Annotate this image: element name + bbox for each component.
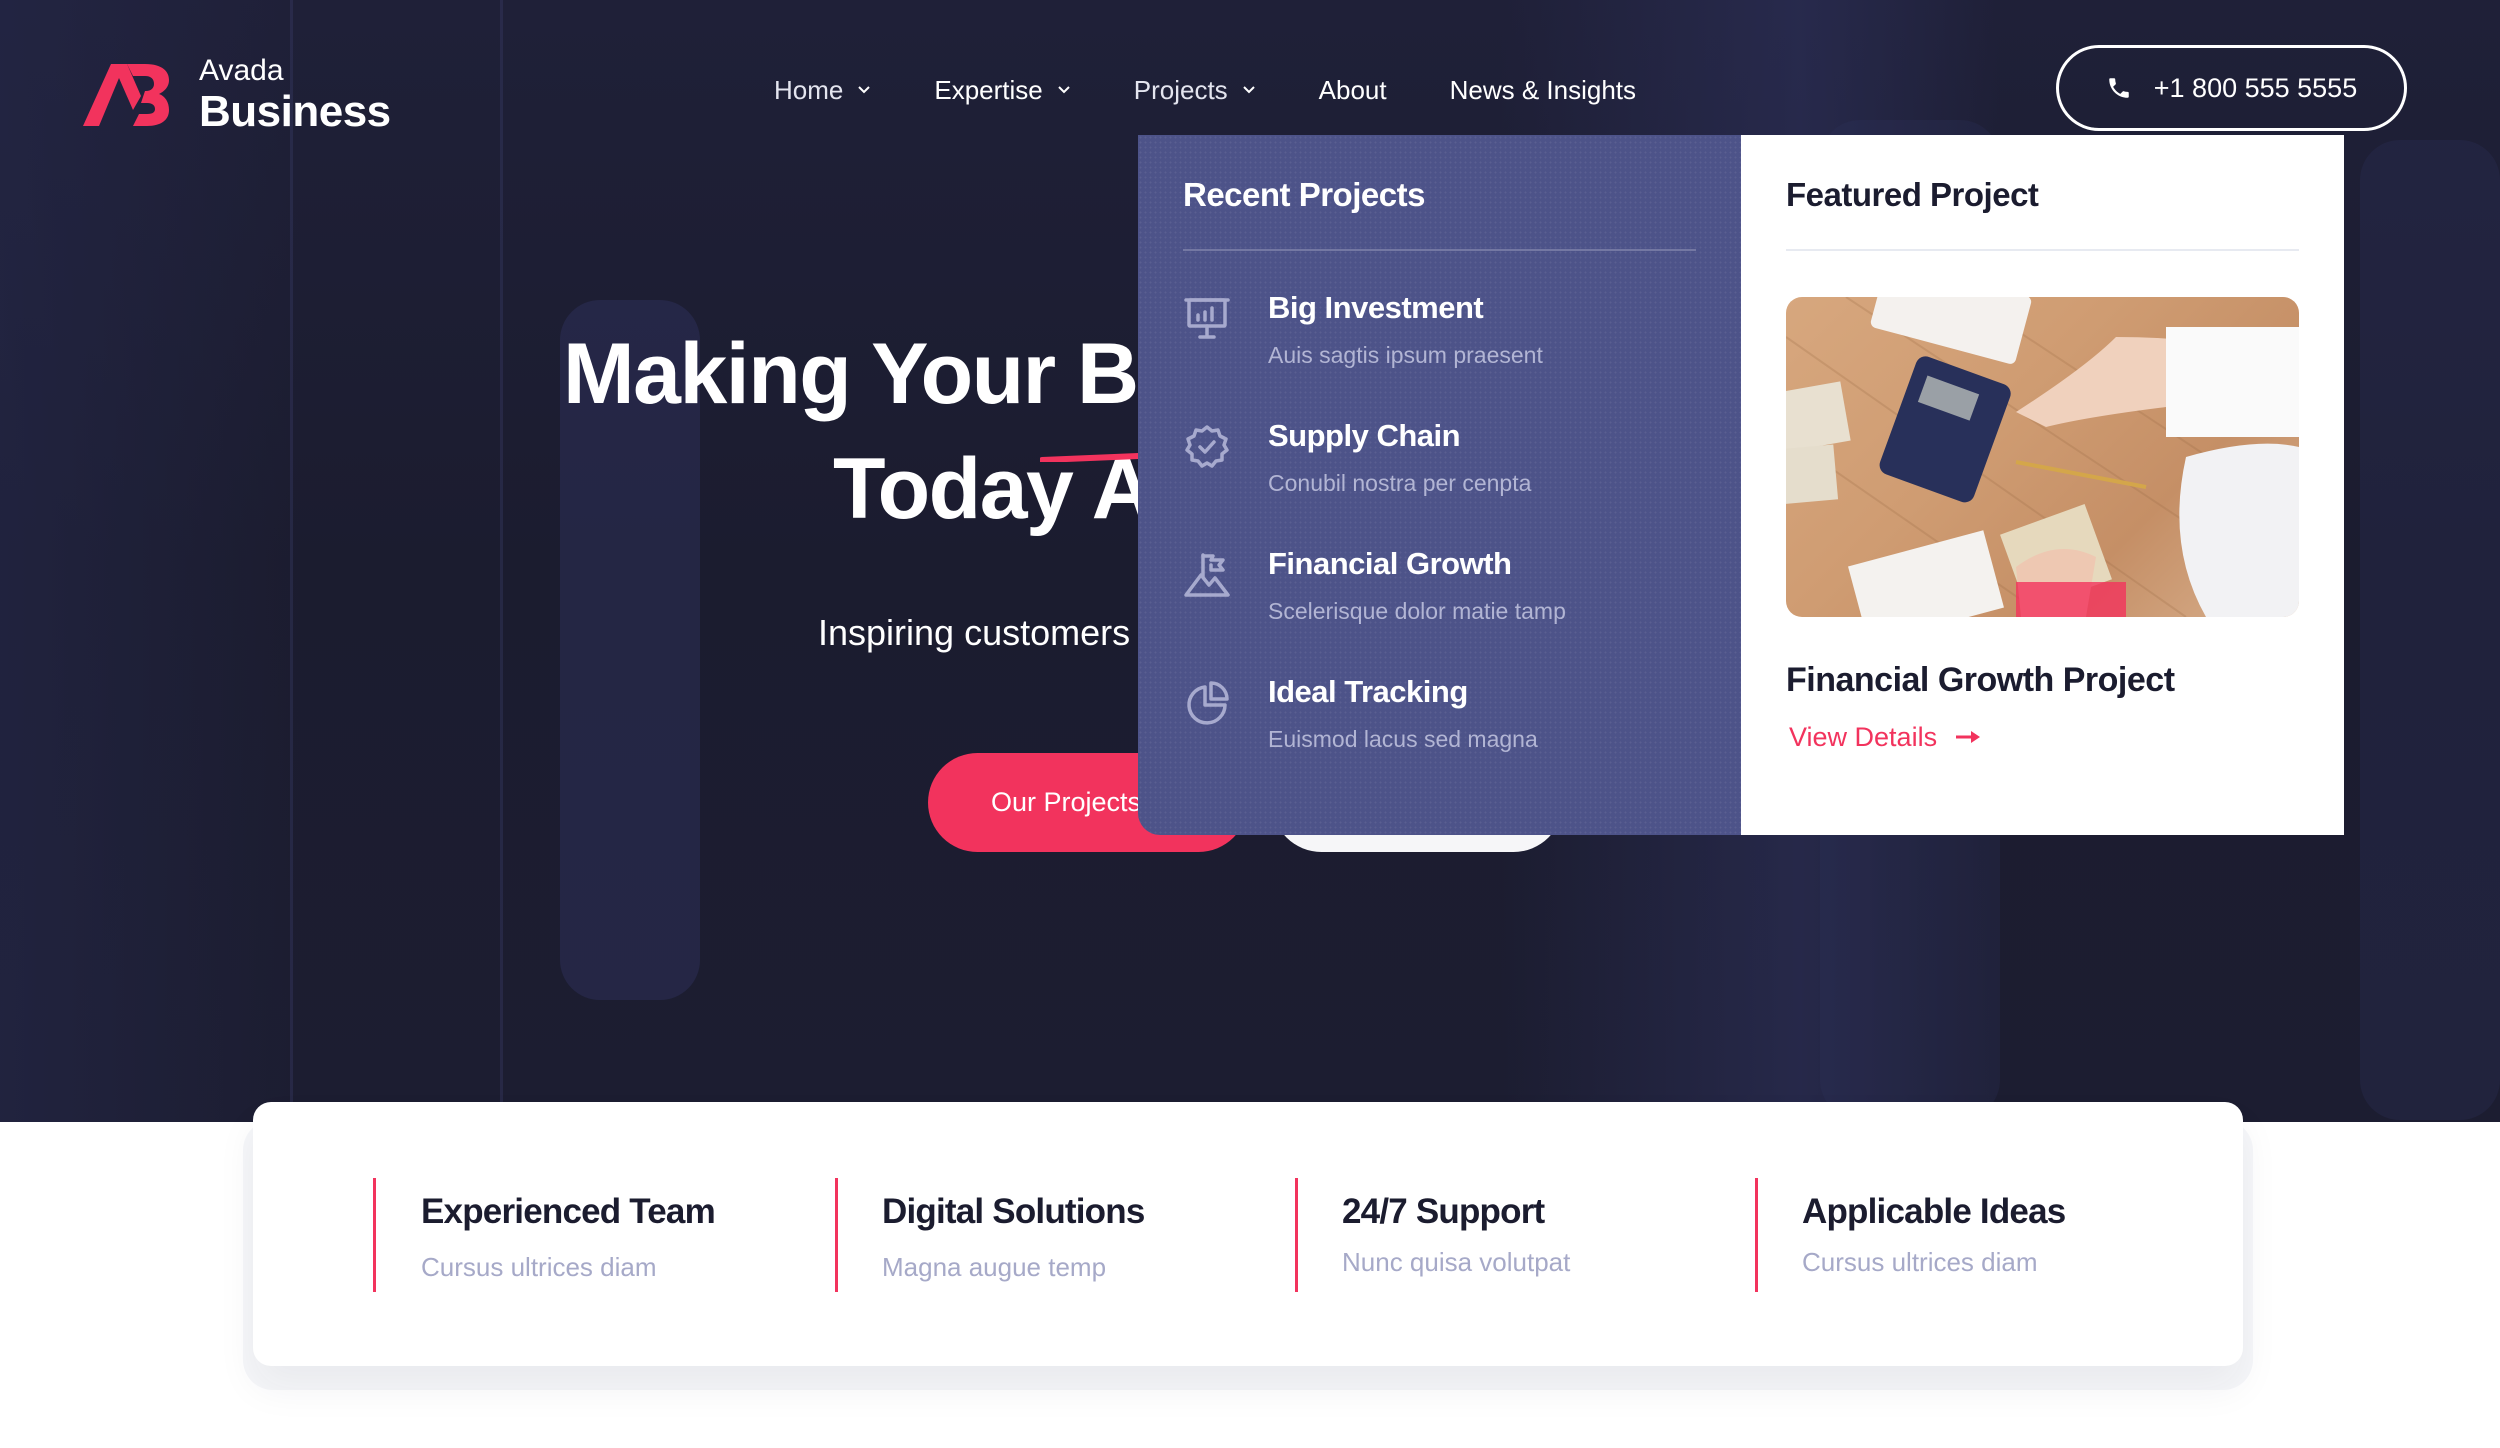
ab-monogram-icon bbox=[83, 64, 169, 126]
featured-project-title: Financial Growth Project bbox=[1786, 660, 2175, 699]
project-item-big-investment[interactable]: Big Investment Auis sagtis ipsum praesen… bbox=[1183, 289, 1696, 417]
brand-name-bottom: Business bbox=[199, 87, 391, 136]
feature-subtitle: Nunc quisa volutpat bbox=[1342, 1247, 1571, 1277]
feature-item: Digital Solutions Magna augue temp bbox=[716, 1102, 1179, 1366]
project-item-supply-chain[interactable]: Supply Chain Conubil nostra per cenpta bbox=[1183, 417, 1696, 545]
featured-project-image[interactable] bbox=[1786, 296, 2299, 617]
feature-item: Experienced Team Cursus ultrices diam bbox=[253, 1102, 716, 1366]
chevron-down-icon bbox=[858, 86, 871, 94]
brand-name-top: Avada bbox=[199, 54, 284, 87]
mountain-flag-icon bbox=[1184, 552, 1230, 597]
phone-icon bbox=[2109, 78, 2129, 98]
project-item-ideal-tracking[interactable]: Ideal Tracking Euismod lacus sed magna bbox=[1183, 673, 1696, 801]
feature-subtitle: Cursus ultrices diam bbox=[421, 1252, 657, 1282]
view-details-link[interactable]: View Details bbox=[1786, 722, 2299, 753]
features-card: Experienced Team Cursus ultrices diam Di… bbox=[253, 1102, 2243, 1366]
accent-bar bbox=[1295, 1178, 1298, 1292]
nav-item-home[interactable]: Home bbox=[774, 75, 871, 106]
recent-projects-panel: Recent Projects Big Investment Auis sagt… bbox=[1138, 135, 1741, 835]
main-nav: Home Expertise Projects About News & Ins… bbox=[774, 70, 1636, 110]
accent-bar bbox=[835, 1178, 838, 1292]
nav-item-label: Expertise bbox=[934, 74, 1043, 105]
phone-button[interactable]: +1 800 555 5555 bbox=[2056, 45, 2407, 131]
project-item-text: Big Investment Auis sagtis ipsum praesen… bbox=[1268, 289, 1543, 417]
nav-item-label: About bbox=[1318, 74, 1387, 105]
nav-item-label: Projects bbox=[1133, 74, 1228, 105]
divider bbox=[1183, 248, 1696, 251]
projects-mega-menu: Recent Projects Big Investment Auis sagt… bbox=[1138, 135, 2344, 835]
chevron-down-icon bbox=[1242, 86, 1255, 94]
arrow-right-icon bbox=[1956, 731, 1981, 744]
project-item-financial-growth[interactable]: Financial Growth Scelerisque dolor matie… bbox=[1183, 545, 1696, 673]
hero-title-line-1: Making Your Bu bbox=[563, 326, 1190, 422]
project-item-title: Ideal Tracking bbox=[1268, 673, 1468, 709]
presentation-chart-icon bbox=[1184, 297, 1230, 339]
nav-item-about[interactable]: About bbox=[1319, 75, 1387, 106]
feature-subtitle: Cursus ultrices diam bbox=[1802, 1247, 2038, 1277]
background-column bbox=[290, 0, 293, 1122]
project-item-text: Financial Growth Scelerisque dolor matie… bbox=[1268, 545, 1566, 673]
chevron-down-icon bbox=[1058, 86, 1070, 94]
pie-chart-icon bbox=[1187, 680, 1229, 725]
background-column bbox=[500, 0, 503, 1122]
recent-projects-heading: Recent Projects bbox=[1183, 176, 1425, 213]
hero-subtitle: Inspiring customers bbox=[818, 612, 1131, 653]
feature-item: Applicable Ideas Cursus ultrices diam bbox=[1642, 1102, 2105, 1366]
project-item-text: Ideal Tracking Euismod lacus sed magna bbox=[1268, 673, 1538, 801]
recent-projects-list: Big Investment Auis sagtis ipsum praesen… bbox=[1183, 289, 1696, 801]
divider bbox=[1786, 248, 2299, 251]
featured-project-panel: Featured Project Financial Growth Projec… bbox=[1741, 135, 2344, 835]
calculator-photo bbox=[1786, 296, 2299, 617]
view-details-label: View Details bbox=[1789, 721, 1938, 752]
feature-subtitle: Magna augue temp bbox=[882, 1252, 1107, 1282]
project-item-title: Supply Chain bbox=[1268, 417, 1461, 453]
accent-bar bbox=[1755, 1178, 1758, 1292]
brand-logo[interactable]: Avada Business bbox=[83, 56, 391, 134]
phone-number: +1 800 555 5555 bbox=[2153, 72, 2358, 103]
background-figure bbox=[2360, 140, 2500, 1120]
nav-item-label: News & Insights bbox=[1449, 74, 1637, 105]
project-item-title: Financial Growth bbox=[1268, 545, 1512, 581]
brand-name: Avada Business bbox=[199, 56, 391, 134]
nav-item-label: Home bbox=[774, 74, 844, 105]
nav-item-news-insights[interactable]: News & Insights bbox=[1450, 75, 1636, 106]
project-item-subtitle: Conubil nostra per cenpta bbox=[1268, 469, 1532, 496]
feature-title: Applicable Ideas bbox=[1802, 1192, 2066, 1231]
project-item-subtitle: Scelerisque dolor matie tamp bbox=[1268, 597, 1566, 624]
gear-check-icon bbox=[1185, 424, 1229, 468]
project-item-title: Big Investment bbox=[1268, 289, 1484, 325]
featured-project-heading: Featured Project bbox=[1786, 176, 2039, 213]
feature-title: Experienced Team bbox=[421, 1192, 716, 1231]
project-item-subtitle: Euismod lacus sed magna bbox=[1268, 725, 1538, 752]
button-label: Our Projects bbox=[991, 787, 1142, 817]
project-item-text: Supply Chain Conubil nostra per cenpta bbox=[1268, 417, 1531, 545]
project-item-subtitle: Auis sagtis ipsum praesent bbox=[1268, 341, 1543, 368]
feature-title: 24/7 Support bbox=[1342, 1192, 1545, 1231]
accent-bar bbox=[373, 1178, 376, 1292]
feature-title: Digital Solutions bbox=[882, 1192, 1145, 1231]
nav-item-projects[interactable]: Projects bbox=[1134, 75, 1256, 106]
feature-item: 24/7 Support Nunc quisa volutpat bbox=[1179, 1102, 1642, 1366]
nav-item-expertise[interactable]: Expertise bbox=[934, 75, 1070, 106]
